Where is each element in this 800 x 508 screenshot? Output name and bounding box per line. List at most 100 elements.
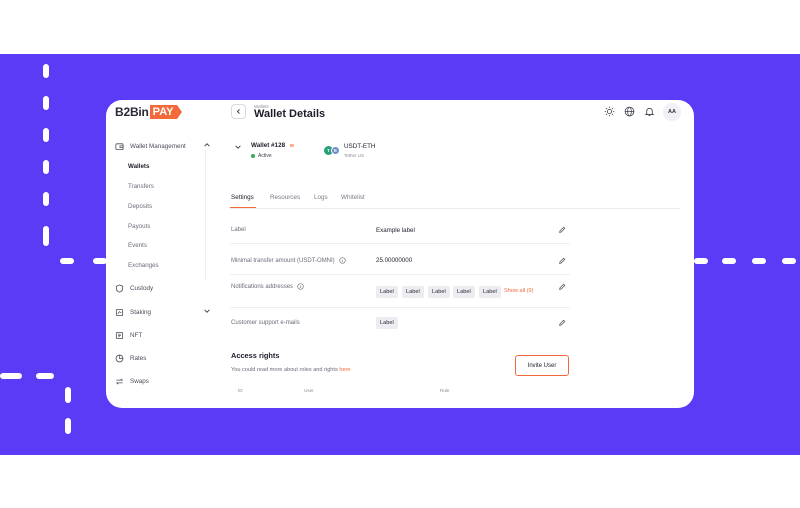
address-chip[interactable]: Label — [376, 286, 398, 298]
edit-icon[interactable] — [558, 226, 566, 234]
sidebar-item-events[interactable]: Events — [128, 242, 147, 249]
sidebar-item-transfers[interactable]: Transfers — [128, 183, 154, 190]
column-header-user: User — [304, 388, 314, 393]
decor-dash — [93, 258, 107, 264]
address-chip[interactable]: Label — [428, 286, 450, 298]
logo-brand: B2Bin — [115, 105, 149, 119]
staking-icon — [115, 308, 124, 317]
ethereum-icon: E — [331, 146, 340, 155]
sidebar-item-swaps[interactable]: Swaps — [115, 377, 211, 386]
notifications-title-text: Notifications addresses — [231, 283, 294, 290]
info-icon[interactable] — [339, 257, 346, 264]
edit-icon[interactable] — [558, 257, 566, 265]
decor-dash — [722, 258, 736, 264]
chevron-left-icon — [236, 109, 240, 114]
info-icon[interactable] — [297, 283, 304, 290]
logo[interactable]: B2Bin PAY — [115, 105, 183, 119]
decor-dash — [43, 64, 49, 78]
decor-dash — [694, 258, 708, 264]
column-header-id: ID — [238, 388, 243, 393]
access-rights-subtitle-text: You could read more about roles and righ… — [231, 367, 340, 373]
row-divider — [230, 274, 570, 275]
wallet-marker: M — [290, 143, 294, 148]
label-field-value: Example label — [376, 227, 415, 234]
decor-dash — [43, 128, 49, 142]
tab-whitelist[interactable]: Whitelist — [341, 194, 365, 201]
sidebar-item-payouts[interactable]: Payouts — [128, 223, 150, 230]
address-chip[interactable]: Label — [479, 286, 501, 298]
decor-dash — [782, 258, 796, 264]
min-transfer-title-text: Minimal transfer amount (USDT-OMNI) — [231, 257, 335, 264]
sidebar-divider — [205, 150, 206, 280]
globe-icon[interactable] — [624, 106, 635, 117]
label-field-title: Label — [231, 227, 246, 233]
sidebar-item-label: Swaps — [130, 378, 149, 385]
sidebar-item-rates[interactable]: Rates — [115, 354, 211, 363]
status-dot — [251, 154, 255, 158]
address-chip[interactable]: Label — [402, 286, 424, 298]
decor-dash — [752, 258, 766, 264]
decor-dash — [43, 96, 49, 110]
decor-dash — [36, 373, 54, 379]
roles-link[interactable]: here — [339, 367, 350, 373]
sidebar-item-nft[interactable]: NFT — [115, 331, 211, 340]
decor-dash — [43, 226, 49, 246]
page-title: Wallet Details — [254, 108, 326, 120]
sidebar: B2Bin PAY Wallet Management Wallets Tran… — [106, 100, 214, 408]
tabs-divider — [230, 208, 680, 209]
label-field-title-text: Label — [231, 227, 246, 233]
sun-icon[interactable] — [604, 106, 615, 117]
status-badge: Active — [251, 153, 272, 159]
decor-dash — [65, 387, 71, 403]
row-divider — [230, 307, 570, 308]
show-all-link[interactable]: Show all (9) — [504, 288, 534, 294]
sidebar-item-label: Custody — [130, 285, 154, 292]
edit-icon[interactable] — [558, 283, 566, 291]
tab-resources[interactable]: Resources — [270, 194, 300, 201]
sidebar-item-exchanges[interactable]: Exchanges — [128, 262, 159, 269]
sidebar-item-label: Wallet Management — [130, 143, 186, 150]
wallet-icon — [115, 143, 124, 151]
sidebar-item-label: Rates — [130, 355, 147, 362]
sidebar-item-wallet-management[interactable]: Wallet Management — [115, 142, 211, 151]
column-header-role: Role — [440, 388, 450, 393]
logo-pay: PAY — [149, 105, 183, 119]
sidebar-item-custody[interactable]: Custody — [115, 284, 211, 293]
notifications-title: Notifications addresses — [231, 283, 304, 290]
chevron-down-icon[interactable] — [234, 143, 242, 151]
email-chip[interactable]: Label — [376, 317, 398, 329]
address-chip[interactable]: Label — [453, 286, 475, 298]
edit-icon[interactable] — [558, 319, 566, 327]
decor-dash — [60, 258, 74, 264]
rates-icon — [115, 354, 124, 363]
support-title: Customer support e-mails — [231, 320, 300, 326]
sidebar-item-label: Staking — [130, 309, 152, 316]
swap-icon — [115, 378, 124, 385]
tab-logs[interactable]: Logs — [314, 194, 328, 201]
back-button[interactable] — [231, 104, 246, 119]
wallet-name: Wallet #128 — [251, 142, 286, 149]
decor-dash — [65, 418, 71, 434]
support-title-text: Customer support e-mails — [231, 320, 300, 326]
shield-icon — [115, 284, 124, 293]
access-rights-subtitle: You could read more about roles and righ… — [231, 367, 351, 373]
min-transfer-title: Minimal transfer amount (USDT-OMNI) — [231, 257, 346, 264]
chevron-up-icon[interactable] — [203, 141, 211, 149]
access-rights-title: Access rights — [231, 351, 280, 360]
chevron-down-icon[interactable] — [203, 307, 211, 315]
status-text: Active — [258, 153, 272, 159]
app-window: B2Bin PAY Wallet Management Wallets Tran… — [106, 100, 694, 408]
decor-dash — [43, 192, 49, 206]
sidebar-item-wallets[interactable]: Wallets — [128, 163, 149, 170]
sidebar-item-deposits[interactable]: Deposits — [128, 203, 152, 210]
currency-subtitle: Tether US — [344, 153, 365, 158]
page-background: B2Bin PAY Wallet Management Wallets Tran… — [0, 0, 800, 508]
invite-user-button[interactable]: Invite User — [515, 355, 569, 376]
bell-icon[interactable] — [644, 106, 655, 117]
avatar[interactable]: AA — [663, 103, 681, 121]
tab-settings[interactable]: Settings — [231, 194, 254, 201]
decor-dash — [43, 160, 49, 174]
min-transfer-value: 25.00000000 — [376, 257, 413, 264]
nft-icon — [115, 331, 124, 340]
sidebar-item-staking[interactable]: Staking — [115, 308, 211, 317]
